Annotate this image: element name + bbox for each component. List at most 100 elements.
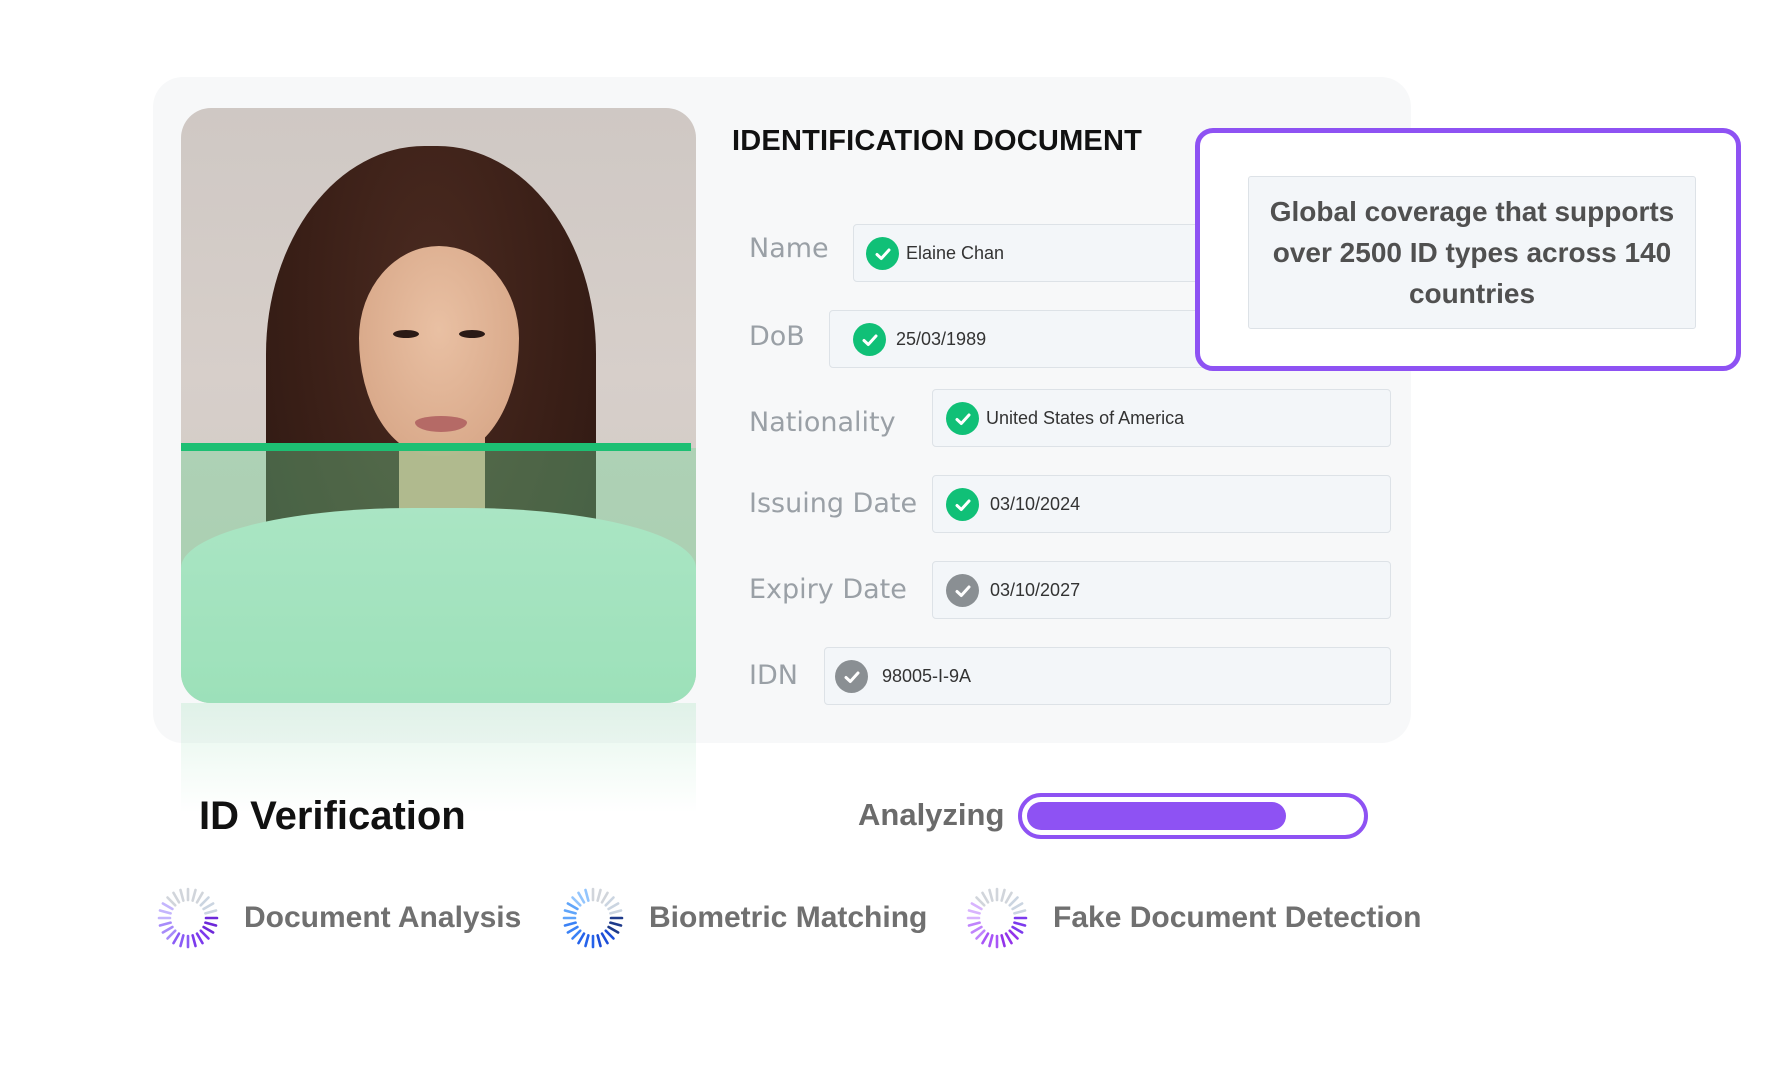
spinner-tick [600,891,609,904]
field-dob: 25/03/1989 [829,310,1229,368]
spinner-tick [988,888,994,902]
spinner-tick [204,909,218,915]
document-title: IDENTIFICATION DOCUMENT [732,125,1143,157]
spinner-tick [172,891,181,904]
spinner-tick [975,929,986,940]
scan-line [181,443,691,451]
spinner-tick [1004,932,1013,945]
spinner-icon [157,887,219,949]
spinner-tick [981,932,990,945]
field-label-expiry-date: Expiry Date [749,574,907,605]
spinner-tick [967,921,981,927]
spinner-tick [577,891,586,904]
portrait-lips [415,416,467,432]
spinner-icon [562,887,624,949]
spinner-tick [584,934,590,948]
spinner-tick [563,921,577,927]
spinner-tick [609,921,623,927]
spinner-tick [1000,888,1006,902]
spinner-tick [166,896,177,907]
progress-fill [1027,802,1286,830]
spinner-tick [1008,929,1019,940]
spinner-tick [609,909,623,915]
spinner-tick [158,921,172,927]
field-value-idn: 98005-I-9A [882,666,972,686]
portrait-face [359,246,519,456]
step-label: Document Analysis [244,901,522,934]
spinner-tick [571,929,582,940]
spinner-tick [596,934,602,948]
field-value-dob: 25/03/1989 [896,329,987,349]
spinner-tick [161,925,174,934]
step-fake-document-detection: Fake Document Detection [965,885,1421,951]
analysis-progress-bar [1018,793,1368,839]
verified-check-icon [853,323,886,356]
coverage-callout: Global coverage that supports over 2500 … [1195,128,1741,371]
spinner-tick [600,932,609,945]
spinner-tick [981,891,990,904]
spinner-tick [199,896,210,907]
spinner-tick [1000,934,1006,948]
field-value-name: Elaine Chan [906,243,1005,263]
spinner-tick [1013,909,1027,915]
field-nationality: United States of America [932,389,1391,447]
spinner-tick [566,902,579,911]
verified-check-icon [866,237,899,270]
spinner-tick [1008,896,1019,907]
spinner-tick [970,925,983,934]
step-document-analysis: Document Analysis [156,885,521,951]
step-label: Fake Document Detection [1053,901,1422,934]
spinner-tick [202,925,215,934]
field-idn: 98005-I-9A [824,647,1391,705]
spinner-tick [179,934,185,948]
spinner-tick [596,888,602,902]
pending-check-icon [946,574,979,607]
spinner-tick [204,921,218,927]
portrait-photo [181,108,696,703]
field-label-nationality: Nationality [749,407,896,438]
spinner-tick [604,896,615,907]
spinner-tick [967,909,981,915]
field-value-expiry-date: 03/10/2027 [990,580,1081,600]
field-label-name: Name [749,233,829,264]
spinner-tick [172,932,181,945]
spinner-icon [966,887,1028,949]
spinner-tick [179,888,185,902]
verified-check-icon [946,488,979,521]
step-biometric-matching: Biometric Matching [561,885,927,951]
spinner-tick [1011,925,1024,934]
pending-check-icon [835,660,868,693]
spinner-tick [166,929,177,940]
analyzing-label: Analyzing [858,797,1005,832]
portrait-eye [459,330,485,338]
spinner-tick [988,934,994,948]
spinner-tick [975,896,986,907]
step-label: Biometric Matching [649,901,928,934]
coverage-callout-text: Global coverage that supports over 2500 … [1248,176,1696,329]
field-name: Elaine Chan [853,224,1253,282]
portrait-eye [393,330,419,338]
field-label-idn: IDN [749,660,798,691]
spinner-tick [195,891,204,904]
spinner-tick [563,909,577,915]
spinner-tick [584,888,590,902]
spinner-tick [607,925,620,934]
field-expiry-date: 03/10/2027 [932,561,1391,619]
spinner-tick [970,902,983,911]
spinner-tick [191,934,197,948]
verified-check-icon [946,402,979,435]
spinner-tick [199,929,210,940]
spinner-tick [158,909,172,915]
field-value-nationality: United States of America [986,408,1185,428]
spinner-tick [571,896,582,907]
spinner-tick [566,925,579,934]
spinner-tick [1004,891,1013,904]
scan-overlay [181,448,696,703]
spinner-tick [195,932,204,945]
spinner-tick [1013,921,1027,927]
spinner-tick [607,902,620,911]
field-issuing-date: 03/10/2024 [932,475,1391,533]
spinner-tick [1011,902,1024,911]
field-value-issuing-date: 03/10/2024 [990,494,1081,514]
spinner-tick [191,888,197,902]
